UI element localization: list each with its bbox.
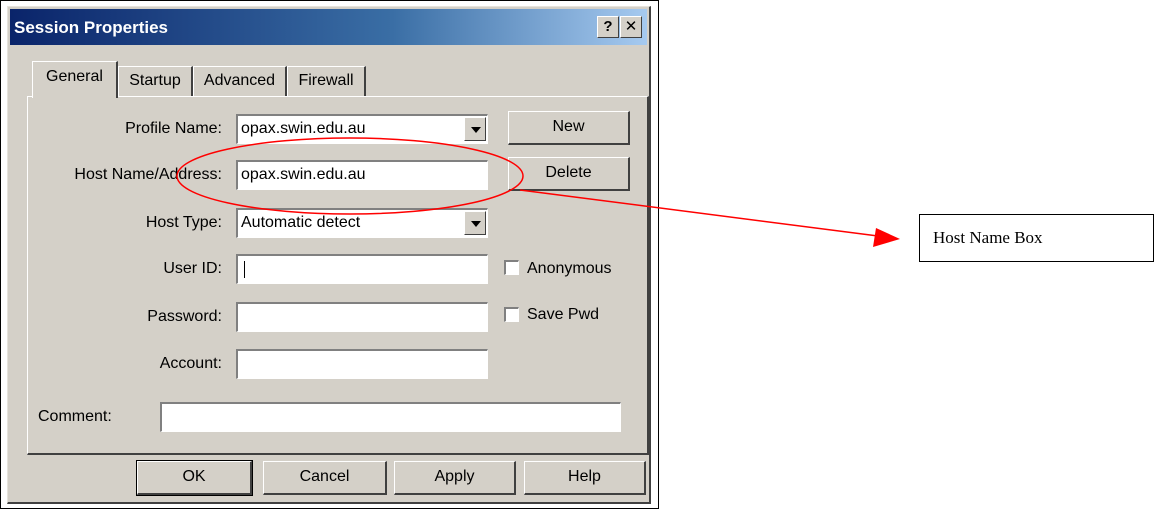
highlight-ellipse <box>176 137 524 215</box>
tab-general[interactable]: General <box>32 61 118 98</box>
host-name-box-callout: Host Name Box <box>919 214 1154 262</box>
annotation-arrow-line <box>519 189 879 237</box>
arrow-head-icon <box>873 228 900 247</box>
